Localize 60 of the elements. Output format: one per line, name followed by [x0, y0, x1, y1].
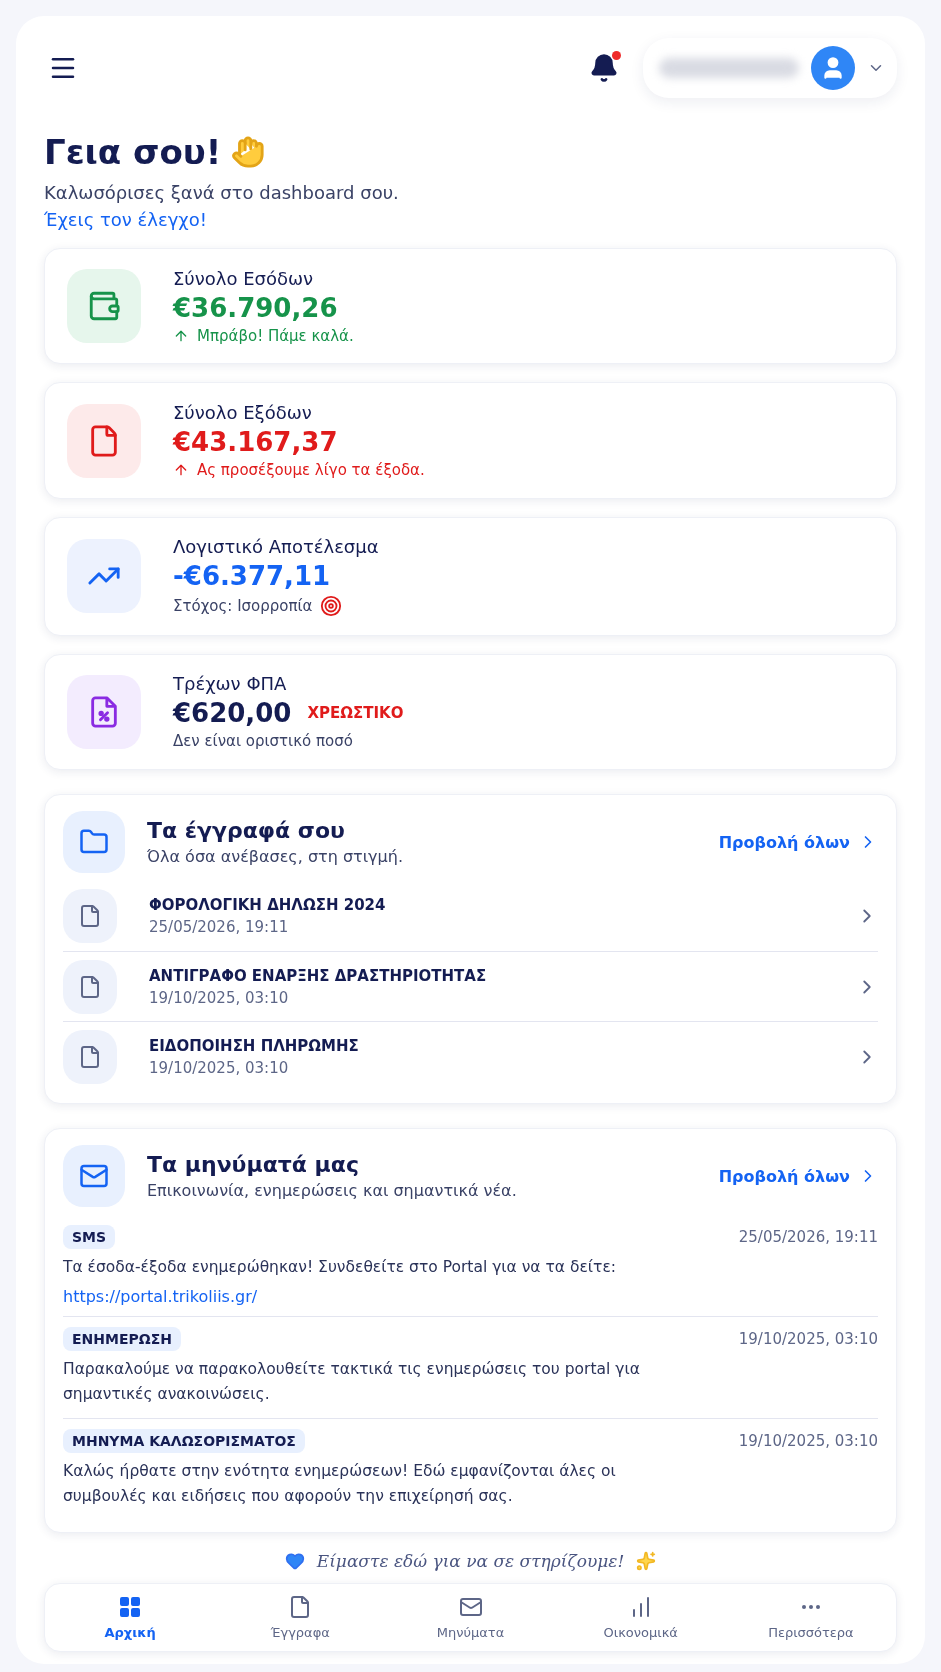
document-date: 19/10/2025, 03:10: [149, 1058, 290, 1077]
stat-label: Σύνολο Εσόδων: [173, 267, 315, 289]
nav-item[interactable]: Περισσότερα: [725, 1594, 896, 1641]
section-subtitle: Όλα όσα ανέβασες, στη στιγμή.: [147, 847, 404, 867]
message-date: 25/05/2026, 19:11: [738, 1228, 878, 1247]
message-link[interactable]: https://portal.trikoliis.gr/: [63, 1286, 258, 1306]
message-date: 19/10/2025, 03:10: [738, 1329, 878, 1348]
message-tag: SMS: [63, 1225, 116, 1250]
avatar-icon: [811, 46, 855, 90]
support-note: Είμαστε εδώ για να σε στηρίζουμε!: [316, 1551, 625, 1571]
stat-note: Ας προσέξουμε λίγο τα έξοδα.: [197, 461, 425, 480]
document-date: 19/10/2025, 03:10: [149, 988, 290, 1007]
more-icon: [801, 1605, 820, 1609]
hand-icon: [231, 135, 266, 169]
message-text: Τα έσοδα-έξοδα ενημερώθηκαν! Συνδεθείτε στο Portal για να τα δείτε:: [63, 1257, 618, 1279]
status-label: ΧΡΕΩΣΤΙΚΟ: [307, 704, 404, 723]
stat-note: Στόχος: Ισορροπία: [173, 596, 313, 615]
file-icon: [78, 1044, 102, 1069]
greeting-link[interactable]: Έχεις τον έλεγχο!: [44, 209, 207, 230]
section-subtitle: Επικοινωνία, ενημερώσεις και σημαντικά νέα.: [147, 1181, 518, 1201]
mail-icon: [458, 1595, 483, 1619]
document-row[interactable]: ΕΙΔΟΠΟΙΗΣΗ ΠΛΗΡΩΜΗΣ 19/10/2025, 03:10: [63, 1021, 878, 1092]
document-name: ΑΝΤΙΓΡΑΦΟ ΕΝΑΡΞΗΣ ΔΡΑΣΤΗΡΙΟΤΗΤΑΣ: [149, 966, 488, 985]
bell-icon: [589, 53, 619, 83]
nav-item[interactable]: Έγγραφα: [215, 1594, 386, 1641]
message-tag: ΜΗΝΥΜΑ ΚΑΛΩΣΟΡΙΣΜΑΤΟΣ: [63, 1428, 305, 1453]
stat-note: Δεν είναι οριστικό ποσό: [173, 732, 353, 751]
stat-amount: €36.790,26: [173, 292, 338, 323]
stat-label: Τρέχων ΦΠΑ: [173, 673, 288, 695]
view-all-link[interactable]: Προβολή όλων: [718, 1166, 878, 1187]
stat-amount: -€6.377,11: [173, 560, 331, 591]
message-text: Καλώς ήρθατε στην ενότητα ενημερώσεων! Εδώ εμφανίζονται άλες οι συμβουλές και ειδήσεις που αφορούν την επιχείρησή σας.: [63, 1460, 617, 1508]
document-name: ΦΟΡΟΛΟΓΙΚΗ ΔΗΛΩΣΗ 2024: [149, 896, 387, 915]
stat-label: Λογιστικό Αποτέλεσμα: [173, 535, 379, 557]
greeting-title: Γεια σου!: [44, 132, 222, 172]
greeting-subtitle: Καλωσόρισες ξανά στο dashboard σου.: [44, 182, 400, 203]
document-row[interactable]: ΑΝΤΙΓΡΑΦΟ ΕΝΑΡΞΗΣ ΔΡΑΣΤΗΡΙΟΤΗΤΑΣ 19/10/2025, 03:10: [63, 951, 878, 1022]
heart-icon: [284, 1551, 305, 1571]
message-text: Παρακαλούμε να παρακολουθείτε τακτικά τις ενημερώσεις του portal για σημαντικές ανακοινώσεις.: [63, 1358, 641, 1406]
stat-amount: €43.167,37: [173, 427, 338, 458]
sparkle-icon: [636, 1551, 657, 1571]
stat-label: Σύνολο Εξόδων: [173, 402, 313, 424]
document-row[interactable]: ΦΟΡΟΛΟΓΙΚΗ ΔΗΛΩΣΗ 2024 25/05/2026, 19:11: [63, 881, 878, 952]
grid-icon: [118, 1595, 143, 1619]
user-menu[interactable]: [643, 38, 897, 98]
section-title: Τα έγγραφά σου: [147, 818, 346, 844]
file-icon: [78, 904, 102, 929]
message-tag: ΕΝΗΜΕΡΩΣΗ: [63, 1326, 181, 1351]
message-date: 19/10/2025, 03:10: [738, 1431, 878, 1450]
target-icon: [320, 594, 343, 617]
nav-item[interactable]: Οικονομικά: [555, 1594, 726, 1641]
nav-item[interactable]: Μηνύματα: [385, 1594, 556, 1641]
document-date: 25/05/2026, 19:11: [149, 918, 290, 937]
nav-item[interactable]: Αρχική: [45, 1594, 216, 1641]
file-icon: [78, 974, 102, 999]
stat-amount: €620,00: [173, 698, 292, 729]
stat-note: Μπράβο! Πάμε καλά.: [197, 326, 354, 345]
document-name: ΕΙΔΟΠΟΙΗΣΗ ΠΛΗΡΩΜΗΣ: [149, 1036, 360, 1055]
view-all-link[interactable]: Προβολή όλων: [718, 832, 878, 853]
section-title: Τα μηνύματά μας: [147, 1152, 360, 1178]
